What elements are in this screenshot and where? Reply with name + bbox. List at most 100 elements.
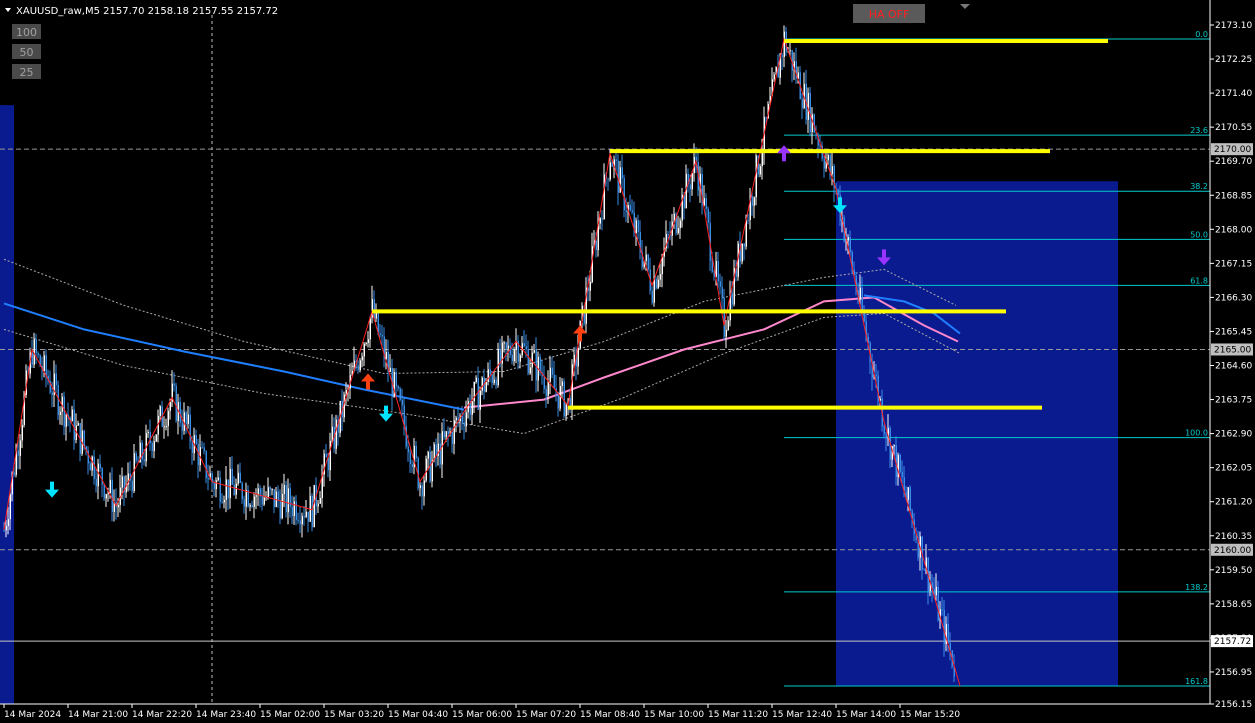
- price-tick-label: 2158.65: [1215, 600, 1252, 610]
- candle-body: [153, 441, 155, 452]
- candle-body: [847, 237, 849, 241]
- candle-body: [625, 210, 627, 213]
- candle-body: [301, 515, 303, 525]
- candle-body: [55, 373, 57, 386]
- candle-body: [271, 489, 273, 491]
- candle-body: [603, 174, 605, 219]
- candle-body: [13, 472, 15, 475]
- candle-body: [401, 399, 403, 406]
- candle-body: [451, 431, 453, 444]
- target-zone-box[interactable]: [836, 181, 1118, 686]
- candle-body: [465, 412, 467, 427]
- price-tag-label: 2170.00: [1214, 145, 1251, 155]
- candle-body: [759, 166, 761, 175]
- price-tick-label: 2160.35: [1215, 532, 1252, 542]
- candle-body: [267, 487, 269, 497]
- candle-body: [615, 159, 617, 161]
- candle-body: [721, 286, 723, 299]
- candle-body: [409, 452, 411, 465]
- candle-body: [101, 468, 103, 485]
- price-tag-label: 2157.72: [1214, 637, 1251, 647]
- candle-body: [753, 197, 755, 206]
- price-tick-label: 2162.90: [1215, 430, 1252, 440]
- fib-label: 100.0: [1185, 429, 1208, 438]
- candle-body: [51, 392, 53, 395]
- time-tick-label: 14 Mar 2024: [4, 710, 61, 720]
- candle-body: [423, 480, 425, 497]
- fib-label: 23.6: [1190, 126, 1208, 135]
- price-tick-label: 2156.95: [1215, 668, 1252, 678]
- time-tick-label: 14 Mar 21:00: [68, 710, 128, 720]
- candle-body: [503, 342, 505, 344]
- candle-body: [599, 218, 601, 224]
- candle-body: [549, 367, 551, 382]
- candle-body: [109, 479, 111, 494]
- candle-body: [215, 480, 217, 490]
- candle-body: [117, 504, 119, 508]
- price-tick-label: 2162.05: [1215, 464, 1252, 474]
- candle-body: [241, 482, 243, 500]
- candle-body: [723, 298, 725, 337]
- candle-body: [255, 495, 257, 497]
- candle-body: [491, 374, 493, 384]
- candle-body: [485, 381, 487, 392]
- candle-body: [689, 184, 691, 190]
- scale-button-25[interactable]: 25: [12, 64, 41, 79]
- candle-body: [73, 409, 75, 441]
- candle-body: [849, 237, 851, 252]
- scale-button-50[interactable]: 50: [12, 44, 41, 59]
- candle-body: [317, 503, 319, 507]
- candle-body: [463, 422, 465, 427]
- candle-body: [679, 220, 681, 229]
- price-tick-label: 2156.15: [1215, 700, 1252, 710]
- candle-body: [563, 381, 565, 417]
- candle-body: [201, 447, 203, 449]
- candle-body: [205, 450, 207, 479]
- left-zone-box[interactable]: [0, 105, 14, 705]
- candle-body: [425, 458, 427, 481]
- candle-body: [269, 487, 271, 490]
- candle-body: [551, 367, 553, 375]
- time-tick-label: 15 Mar 06:00: [452, 710, 512, 720]
- candle-body: [443, 431, 445, 438]
- candle-body: [223, 499, 225, 503]
- candle-body: [731, 292, 733, 305]
- candle-body: [755, 155, 757, 198]
- time-tick-label: 15 Mar 10:00: [644, 710, 704, 720]
- candle-body: [717, 261, 719, 282]
- candle-body: [361, 356, 363, 361]
- candle-body: [507, 345, 509, 349]
- time-tick-label: 15 Mar 15:20: [900, 710, 960, 720]
- candle-body: [495, 379, 497, 386]
- candle-body: [313, 485, 315, 528]
- candle-body: [883, 426, 885, 434]
- price-tick-label: 2163.75: [1215, 396, 1252, 406]
- price-tag-label: 2165.00: [1214, 345, 1251, 355]
- fib-label: 50.0: [1190, 230, 1208, 239]
- candle-body: [163, 426, 165, 428]
- ha-toggle-label: HA OFF: [869, 8, 910, 21]
- candle-body: [279, 500, 281, 519]
- candle-body: [935, 586, 937, 596]
- price-tick-label: 2159.50: [1215, 566, 1252, 576]
- candle-body: [397, 386, 399, 389]
- candle-body: [207, 478, 209, 480]
- candle-body: [399, 388, 401, 400]
- scale-button-100[interactable]: 100: [12, 24, 41, 39]
- candle-body: [471, 401, 473, 415]
- fib-label: 161.8: [1185, 677, 1208, 686]
- chart-canvas[interactable]: 0.0 23.6 38.2 50.0 61.8 100.0 138.2 161.8 2173.…: [0, 0, 1255, 723]
- candle-body: [147, 431, 149, 434]
- candle-body: [725, 329, 727, 337]
- candle-body: [235, 483, 237, 495]
- ha-toggle-button[interactable]: HA OFF: [853, 4, 925, 23]
- candle-body: [789, 50, 791, 52]
- candle-body: [667, 234, 669, 236]
- candle-body: [531, 352, 533, 368]
- candle-body: [765, 116, 767, 118]
- candle-body: [461, 415, 463, 423]
- candle-body: [99, 463, 101, 469]
- candle-body: [751, 196, 753, 206]
- price-tick-label: 2173.10: [1215, 21, 1252, 31]
- candle-body: [677, 228, 679, 233]
